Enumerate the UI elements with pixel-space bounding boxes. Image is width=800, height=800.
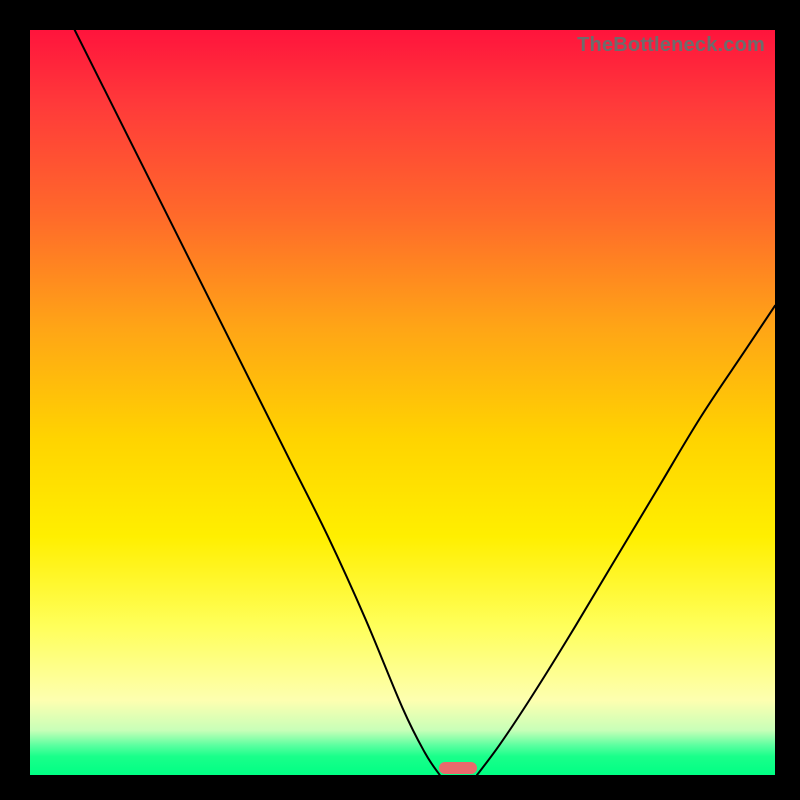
curve-left: [75, 30, 440, 775]
bottleneck-marker: [439, 762, 477, 774]
chart-frame: TheBottleneck.com: [0, 0, 800, 800]
curve-layer: [30, 30, 775, 775]
curve-right: [477, 306, 775, 775]
plot-area: TheBottleneck.com: [30, 30, 775, 775]
